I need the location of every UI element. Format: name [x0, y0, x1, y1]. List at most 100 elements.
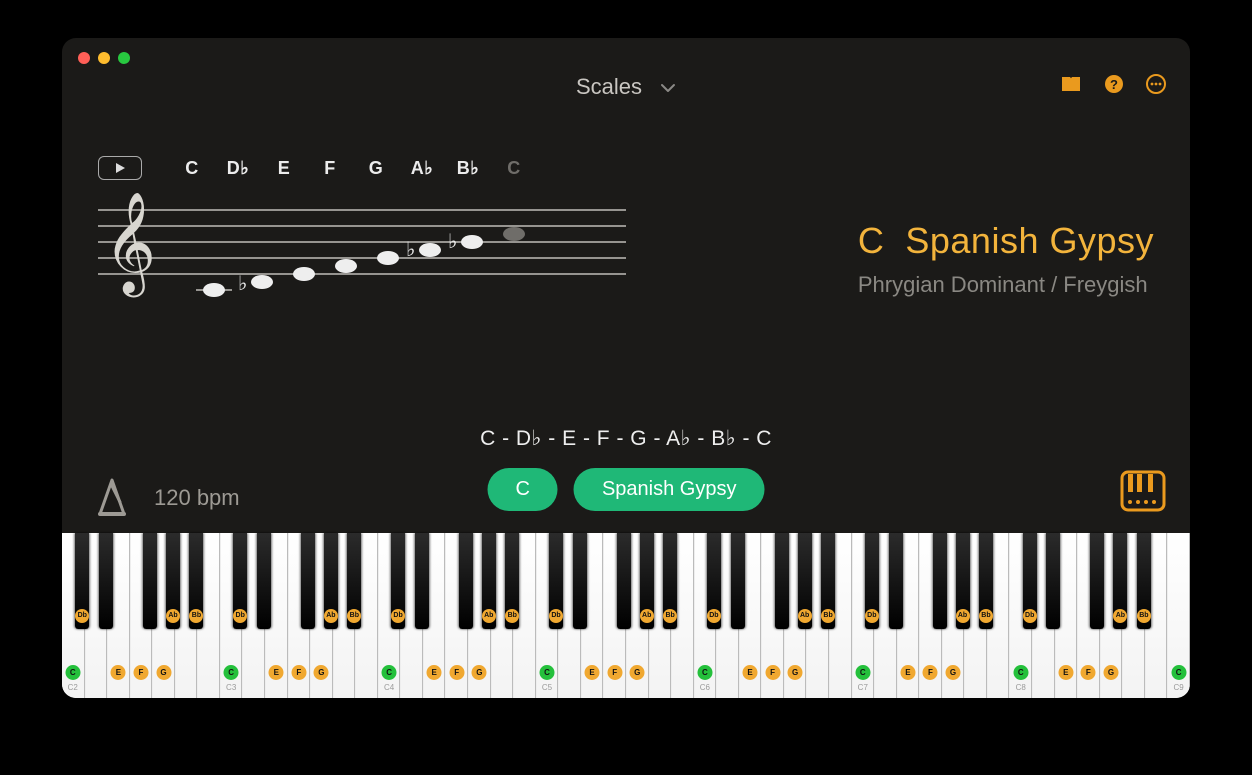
scale-note-marker: E	[1058, 665, 1073, 680]
help-button[interactable]: ?	[1104, 74, 1124, 94]
black-key[interactable]	[99, 533, 113, 629]
black-key[interactable]	[775, 533, 789, 629]
black-key[interactable]	[731, 533, 745, 629]
scale-note-marker: F	[291, 665, 306, 680]
root-note-marker: C	[1013, 665, 1028, 680]
white-key[interactable]: C9C	[1167, 533, 1190, 698]
scale-note-marker: E	[111, 665, 126, 680]
black-key[interactable]: Db	[75, 533, 89, 629]
scale-note-marker: Bb	[347, 609, 361, 623]
black-key[interactable]: Ab	[956, 533, 970, 629]
black-key[interactable]	[1046, 533, 1060, 629]
scale-note-marker: Bb	[663, 609, 677, 623]
black-key[interactable]: Db	[233, 533, 247, 629]
keyboard-view-button[interactable]	[1120, 470, 1166, 517]
scale-note-marker: Db	[865, 609, 879, 623]
black-key[interactable]: Bb	[505, 533, 519, 629]
selector-row: C Spanish Gypsy	[488, 468, 765, 511]
music-staff: 𝄞 ♭ ♭ ♭	[98, 192, 626, 307]
black-key[interactable]	[415, 533, 429, 629]
more-button[interactable]	[1146, 74, 1166, 94]
root-note-marker: C	[855, 665, 870, 680]
scale-note-row: C D♭ E F G A♭ B♭ C	[98, 156, 530, 180]
scale-note-marker: G	[946, 665, 961, 680]
black-key[interactable]: Bb	[821, 533, 835, 629]
scale-note-marker: Bb	[1137, 609, 1151, 623]
black-key[interactable]	[143, 533, 157, 629]
scale-note-marker: E	[427, 665, 442, 680]
root-note-marker: C	[65, 665, 80, 680]
black-key[interactable]: Ab	[166, 533, 180, 629]
scale-note-marker: Ab	[324, 609, 338, 623]
mode-dropdown-label: Scales	[576, 74, 642, 100]
octave-label: C5	[542, 683, 552, 692]
black-key[interactable]: Bb	[979, 533, 993, 629]
piano-keyboard[interactable]: C2CEFGDbAbBbC3CEFGDbAbBbC4CEFGDbAbBbC5CE…	[62, 533, 1190, 698]
scale-note-marker: F	[923, 665, 938, 680]
black-key[interactable]	[889, 533, 903, 629]
black-key[interactable]: Ab	[640, 533, 654, 629]
black-key[interactable]: Ab	[798, 533, 812, 629]
svg-text:?: ?	[1110, 77, 1118, 92]
scale-note-marker: F	[607, 665, 622, 680]
black-key[interactable]: Db	[707, 533, 721, 629]
black-key[interactable]: Ab	[482, 533, 496, 629]
black-key[interactable]: Db	[865, 533, 879, 629]
minimize-window-button[interactable]	[98, 52, 110, 64]
metronome-control[interactable]: 120 bpm	[90, 476, 240, 520]
octave-label: C4	[384, 683, 394, 692]
mode-dropdown[interactable]: Scales	[576, 74, 676, 100]
scale-degree-label: B♭	[452, 158, 484, 179]
scale-degree-label: C	[176, 158, 208, 179]
scale-note-marker: Db	[1023, 609, 1037, 623]
black-key[interactable]	[1090, 533, 1104, 629]
black-key[interactable]: Ab	[324, 533, 338, 629]
scale-note-marker: Ab	[798, 609, 812, 623]
scale-degree-label: A♭	[406, 158, 438, 179]
root-note-marker: C	[382, 665, 397, 680]
close-window-button[interactable]	[78, 52, 90, 64]
black-key[interactable]	[933, 533, 947, 629]
scale-degree-label: G	[360, 158, 392, 179]
zoom-window-button[interactable]	[118, 52, 130, 64]
black-key[interactable]	[573, 533, 587, 629]
library-button[interactable]	[1060, 75, 1082, 93]
scale-note-marker: Ab	[956, 609, 970, 623]
black-key[interactable]: Db	[391, 533, 405, 629]
black-key[interactable]: Bb	[347, 533, 361, 629]
scale-title: C Spanish Gypsy	[858, 220, 1154, 262]
scale-note-marker: G	[1103, 665, 1118, 680]
scale-note-marker: Db	[549, 609, 563, 623]
black-key[interactable]	[617, 533, 631, 629]
octave-label: C7	[858, 683, 868, 692]
black-key[interactable]	[257, 533, 271, 629]
scale-note-marker: Db	[75, 609, 89, 623]
svg-text:♭: ♭	[406, 239, 415, 261]
scale-note-marker: F	[765, 665, 780, 680]
black-key[interactable]: Db	[549, 533, 563, 629]
black-key[interactable]	[301, 533, 315, 629]
scale-title-block: C Spanish Gypsy Phrygian Dominant / Frey…	[858, 220, 1154, 298]
root-selector-button[interactable]: C	[488, 468, 558, 511]
scale-selector-button[interactable]: Spanish Gypsy	[574, 468, 765, 511]
black-key[interactable]: Bb	[189, 533, 203, 629]
scale-note-marker: F	[449, 665, 464, 680]
scale-note-marker: E	[743, 665, 758, 680]
chevron-down-icon	[660, 74, 676, 100]
scale-note-marker: E	[269, 665, 284, 680]
scale-note-marker: F	[1081, 665, 1096, 680]
octave-label: C3	[226, 683, 236, 692]
black-key[interactable]: Bb	[1137, 533, 1151, 629]
black-key[interactable]	[459, 533, 473, 629]
window-controls	[78, 52, 130, 64]
scale-note-marker: G	[630, 665, 645, 680]
black-key[interactable]: Bb	[663, 533, 677, 629]
root-note-marker: C	[224, 665, 239, 680]
play-button[interactable]	[98, 156, 142, 180]
scale-note-marker: G	[788, 665, 803, 680]
black-key[interactable]: Ab	[1113, 533, 1127, 629]
black-key[interactable]: Db	[1023, 533, 1037, 629]
scale-note-marker: Db	[391, 609, 405, 623]
scale-degree-label: D♭	[222, 158, 254, 179]
root-note-marker: C	[1171, 665, 1186, 680]
